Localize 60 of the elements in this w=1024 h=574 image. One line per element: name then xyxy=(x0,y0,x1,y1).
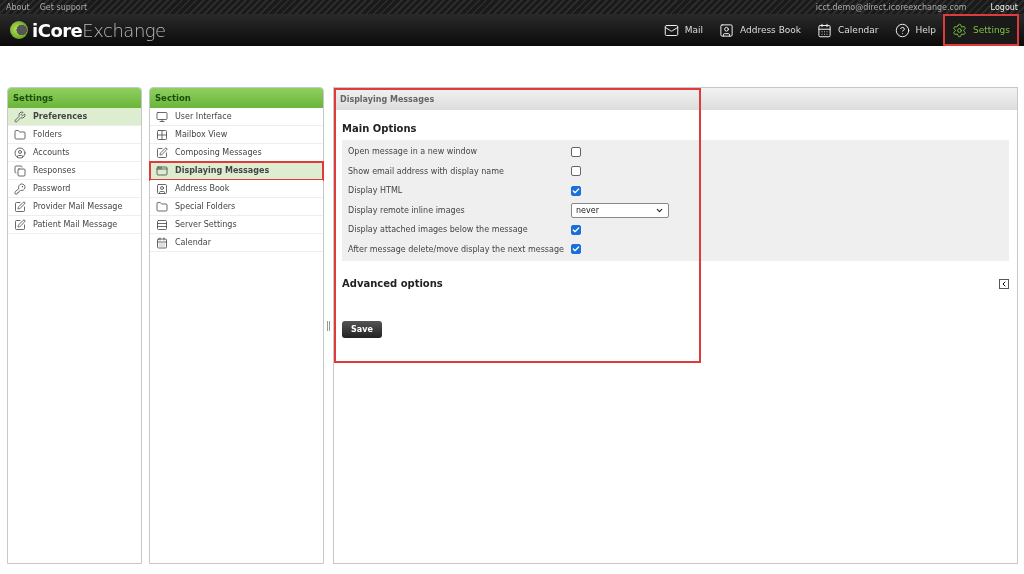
key-icon xyxy=(14,182,26,195)
panel-header: Section xyxy=(150,88,323,108)
panel-header: Settings xyxy=(8,88,141,108)
checkbox[interactable] xyxy=(571,166,581,177)
logo-text: iCoreExchange xyxy=(32,19,166,41)
logo-icon xyxy=(10,21,28,39)
calendar-icon xyxy=(156,236,168,249)
caret-icon xyxy=(1000,280,1008,288)
edit-icon xyxy=(14,218,26,231)
monitor-icon xyxy=(156,110,168,123)
contact-card-icon xyxy=(718,22,734,38)
top-link[interactable]: Get support xyxy=(39,2,88,12)
option-label: Open message in a new window xyxy=(348,147,479,157)
section-heading: Main Options xyxy=(342,122,418,136)
preferences-menu-item[interactable]: Password xyxy=(8,180,141,198)
edit-icon xyxy=(14,200,26,213)
checkbox[interactable] xyxy=(571,224,581,235)
section-item[interactable]: Displaying Messages xyxy=(150,162,323,180)
envelope-icon xyxy=(663,22,679,38)
option-label: Display HTML xyxy=(348,186,404,196)
settings-icon xyxy=(952,22,968,38)
preferences-menu-item[interactable]: Accounts xyxy=(8,144,141,162)
section-heading: Advanced options xyxy=(342,277,443,291)
option-label: Show email address with display name xyxy=(348,166,505,176)
nav-item[interactable]: Settings xyxy=(944,15,1018,45)
folder-icon xyxy=(14,128,26,141)
server-icon xyxy=(156,218,168,231)
copy-icon xyxy=(14,164,26,177)
content-title: Displaying Messages xyxy=(334,88,1017,110)
nav-item[interactable]: Address Book xyxy=(710,15,810,45)
preferences-menu-item[interactable]: Preferences xyxy=(8,108,141,126)
option-label: Display attached images below the message xyxy=(348,225,529,235)
top-link[interactable]: About xyxy=(6,2,30,12)
nav-item[interactable]: Mail xyxy=(655,15,711,45)
section-item[interactable]: Calendar xyxy=(150,234,323,252)
user-circle-icon xyxy=(14,146,26,159)
help-icon xyxy=(894,22,910,38)
preferences-menu-item[interactable]: Patient Mail Message xyxy=(8,216,141,234)
folder-icon xyxy=(156,200,168,213)
option-label: After message delete/move display the next message xyxy=(348,244,565,254)
logout-link[interactable]: Logout xyxy=(990,2,1018,12)
checkbox[interactable] xyxy=(571,185,581,196)
user-email: icct.demo@direct.icoreexchange.com xyxy=(815,2,967,12)
contact-card-icon xyxy=(156,182,168,195)
wrench-icon xyxy=(14,110,26,123)
expand-toggle[interactable] xyxy=(999,279,1009,289)
calendar-icon xyxy=(817,22,833,38)
section-item[interactable]: Composing Messages xyxy=(150,144,323,162)
checkbox[interactable] xyxy=(571,146,581,157)
select-field[interactable]: never xyxy=(571,202,669,218)
option-label: Display remote inline images xyxy=(348,205,466,215)
window-icon xyxy=(156,164,168,177)
nav-item[interactable]: Help xyxy=(886,15,945,45)
grid-icon xyxy=(156,128,168,141)
nav-item[interactable]: Calendar xyxy=(809,15,887,45)
preferences-menu-item[interactable]: Responses xyxy=(8,162,141,180)
edit-icon xyxy=(156,146,168,159)
save-button[interactable]: Save xyxy=(342,321,382,338)
preferences-menu-item[interactable]: Provider Mail Message xyxy=(8,198,141,216)
checkbox[interactable] xyxy=(571,244,581,255)
